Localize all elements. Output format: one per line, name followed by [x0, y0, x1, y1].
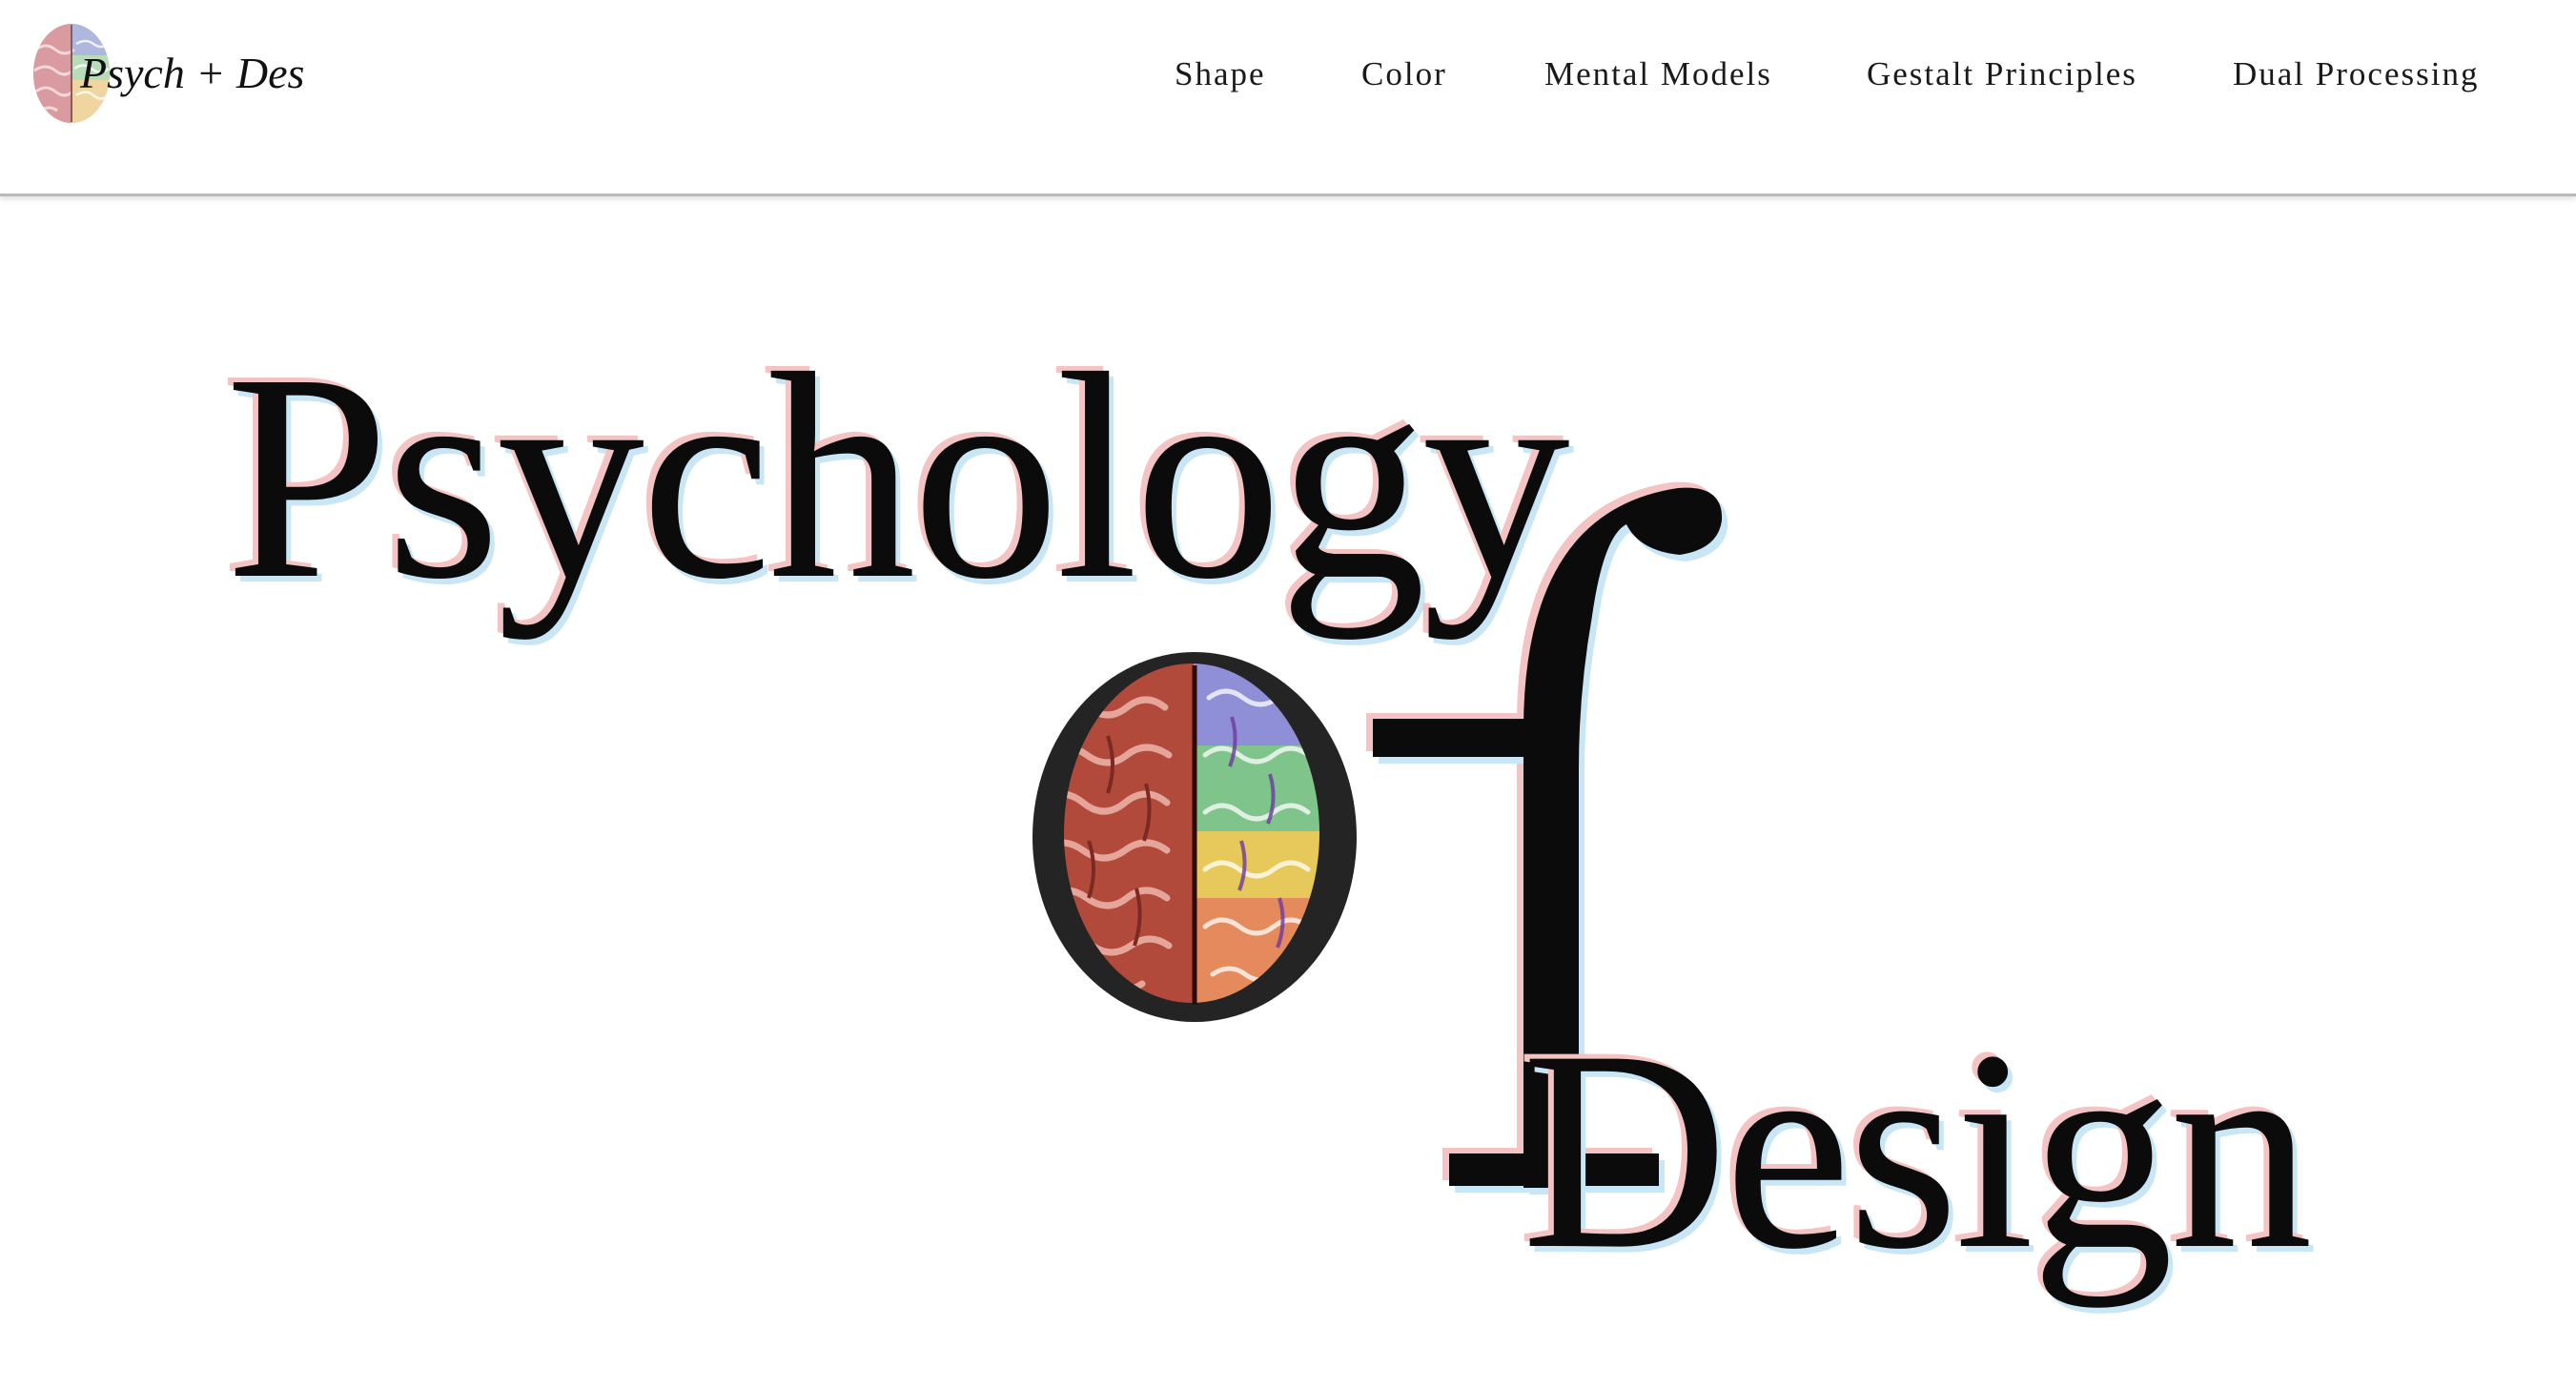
nav-item-shape[interactable]: Shape: [1175, 55, 1266, 93]
nav-item-color[interactable]: Color: [1361, 55, 1447, 93]
page: Psych + Des Shape Color Mental Models Ge…: [0, 0, 2576, 1388]
nav-item-mental-models[interactable]: Mental Models: [1544, 55, 1772, 93]
site-header: Psych + Des Shape Color Mental Models Ge…: [0, 0, 2576, 196]
title-word-design: Design: [1522, 991, 2313, 1308]
main-nav: Shape Color Mental Models Gestalt Princi…: [0, 55, 2576, 103]
nav-item-gestalt-principles[interactable]: Gestalt Principles: [1867, 55, 2137, 93]
brain-icon: [1032, 652, 1357, 1022]
nav-item-dual-processing[interactable]: Dual Processing: [2233, 55, 2479, 93]
hero-title: Psychology Design: [0, 196, 2576, 1388]
